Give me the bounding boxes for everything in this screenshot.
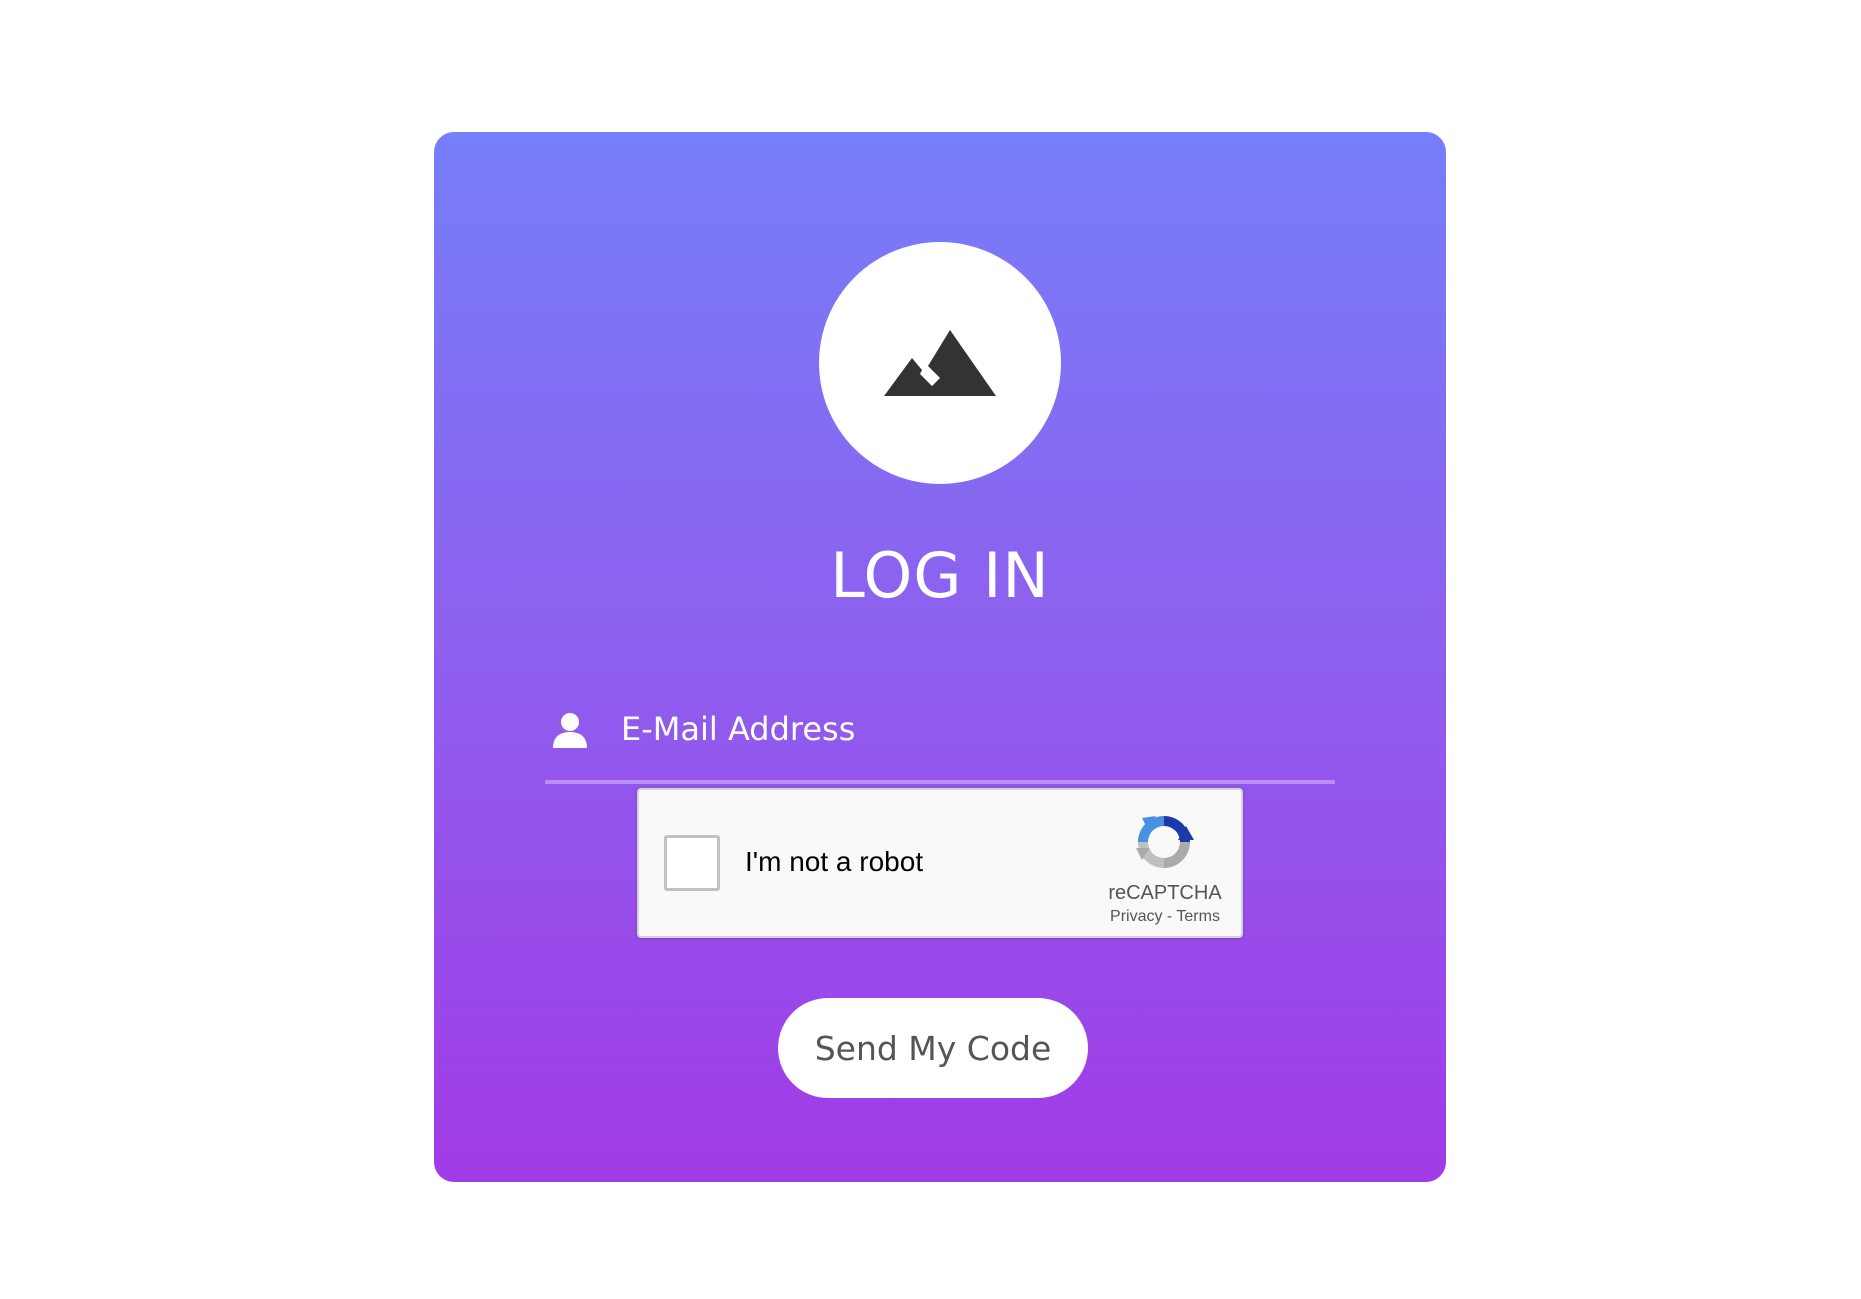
page-title: LOG IN <box>830 539 1050 612</box>
logo <box>819 242 1061 484</box>
captcha-link-separator: - <box>1162 908 1177 925</box>
captcha-links: Privacy - Terms <box>1079 908 1251 926</box>
recaptcha-widget: I'm not a robot reCAPTCHA Privacy - Term… <box>637 788 1243 938</box>
recaptcha-logo-icon <box>1136 816 1194 868</box>
captcha-brand: reCAPTCHA <box>1108 882 1222 904</box>
captcha-terms-link[interactable]: Terms <box>1176 908 1220 925</box>
user-icon <box>553 713 587 748</box>
captcha-privacy-link[interactable]: Privacy <box>1110 908 1162 925</box>
send-code-button[interactable]: Send My Code <box>778 998 1088 1098</box>
mountain-icon <box>884 330 996 396</box>
email-field-row <box>545 680 1335 784</box>
login-card: LOG IN I'm not a robot reCAPTCHA Privacy… <box>434 132 1446 1182</box>
email-input[interactable] <box>621 704 1321 754</box>
captcha-checkbox[interactable] <box>664 835 720 891</box>
captcha-label: I'm not a robot <box>745 846 924 877</box>
